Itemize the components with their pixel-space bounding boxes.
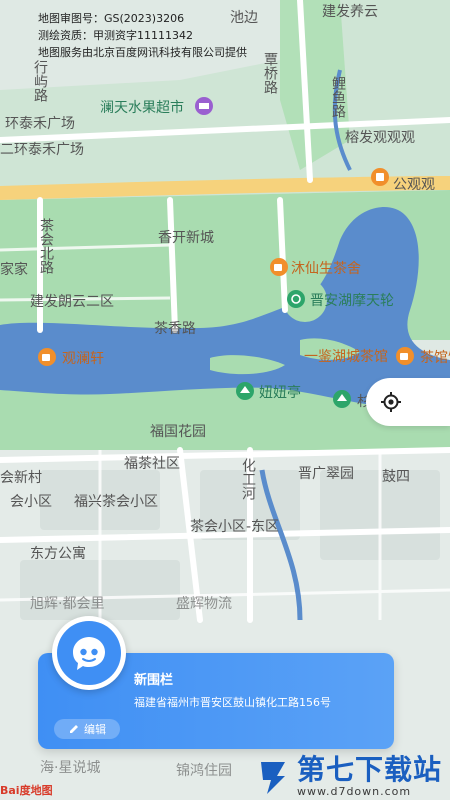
pavilion-icon[interactable] <box>333 390 351 408</box>
map-label: 二环泰禾广场 <box>0 142 84 158</box>
edit-label: 编辑 <box>84 723 106 736</box>
d7-logo-icon <box>260 761 285 794</box>
watermark-title: 第七下载站 <box>296 753 442 786</box>
tea-cup-icon[interactable] <box>38 348 56 366</box>
map-label: 茶馆馆 <box>420 350 450 366</box>
locate-button[interactable] <box>366 378 450 426</box>
watermark-url: www.d7down.com <box>296 785 412 798</box>
map-label: 观澜轩 <box>62 351 104 367</box>
map-label: 会小区 <box>10 494 52 510</box>
map-label: 旭辉·都会里 <box>30 596 104 612</box>
locate-icon <box>381 392 401 412</box>
map-label: 茶会北路 <box>38 218 54 274</box>
map-label: 茶会小区-东区 <box>190 519 279 535</box>
copyright-line: 测绘资质：甲测资字11111342 <box>38 29 193 42</box>
map-label: 环泰禾广场 <box>5 116 75 132</box>
map-label: 一鉴湖城茶馆 <box>304 349 388 365</box>
map-label: 海·星说城 <box>40 760 100 776</box>
pavilion-icon[interactable] <box>236 382 254 400</box>
map-label: 行屿路 <box>32 60 48 102</box>
edit-icon <box>70 725 78 733</box>
map-label: 茶香路 <box>154 321 196 337</box>
copyright-line: 地图审图号：GS(2023)3206 <box>38 12 185 25</box>
map-label: 公观观 <box>393 177 435 193</box>
map-label: 榕发观观观 <box>345 130 415 146</box>
map-copyright: 地图审图号：GS(2023)3206 测绘资质：甲测资字11111342 地图服… <box>38 10 247 61</box>
map-label: 建发养云 <box>322 4 378 20</box>
map-label: 家家 <box>0 261 28 278</box>
map-label: 澜天水果超市 <box>100 99 184 116</box>
tea-cup-icon[interactable] <box>396 347 414 365</box>
avatar[interactable] <box>52 616 126 690</box>
map-label: 会新村 <box>0 470 42 486</box>
map-label: 晋安湖摩天轮 <box>310 292 394 309</box>
copyright-line: 地图服务由北京百度网讯科技有限公司提供 <box>38 46 247 59</box>
map-label: 东方公寓 <box>30 545 86 562</box>
map-label: 鲤鱼路 <box>330 76 346 118</box>
fence-address: 福建省福州市晋安区鼓山镇化工路156号 <box>134 696 331 709</box>
edit-button[interactable]: 编辑 <box>54 719 120 739</box>
ferris-wheel-icon[interactable] <box>287 290 305 308</box>
map-label: 福国花园 <box>150 424 206 440</box>
shop-icon[interactable] <box>195 97 213 115</box>
map-label: 锦鸿住园 <box>176 762 232 779</box>
map-label: 晋广翠园 <box>298 466 354 482</box>
shop-icon[interactable] <box>371 168 389 186</box>
map-label: 建发朗云二区 <box>30 294 114 310</box>
map-label: 福茶社区 <box>124 456 180 472</box>
watermark: 第七下载站 www.d7down.com <box>255 755 442 798</box>
map-label: 鼓四 <box>382 469 410 485</box>
map-label: 覃桥路 <box>262 52 278 94</box>
map-label: 福兴茶会小区 <box>74 494 158 510</box>
map-label: 香开新城 <box>158 230 214 246</box>
baidu-logo: Bai度地图 <box>0 784 53 797</box>
map-label: 妞妞亭 <box>259 384 301 401</box>
face-icon <box>73 637 105 670</box>
map-label: 盛辉物流 <box>176 596 232 612</box>
map-label: 化工河 <box>240 458 256 500</box>
tea-cup-icon[interactable] <box>270 258 288 276</box>
fence-title: 新围栏 <box>134 673 174 688</box>
map-label: 沐仙生茶舍 <box>291 261 361 277</box>
